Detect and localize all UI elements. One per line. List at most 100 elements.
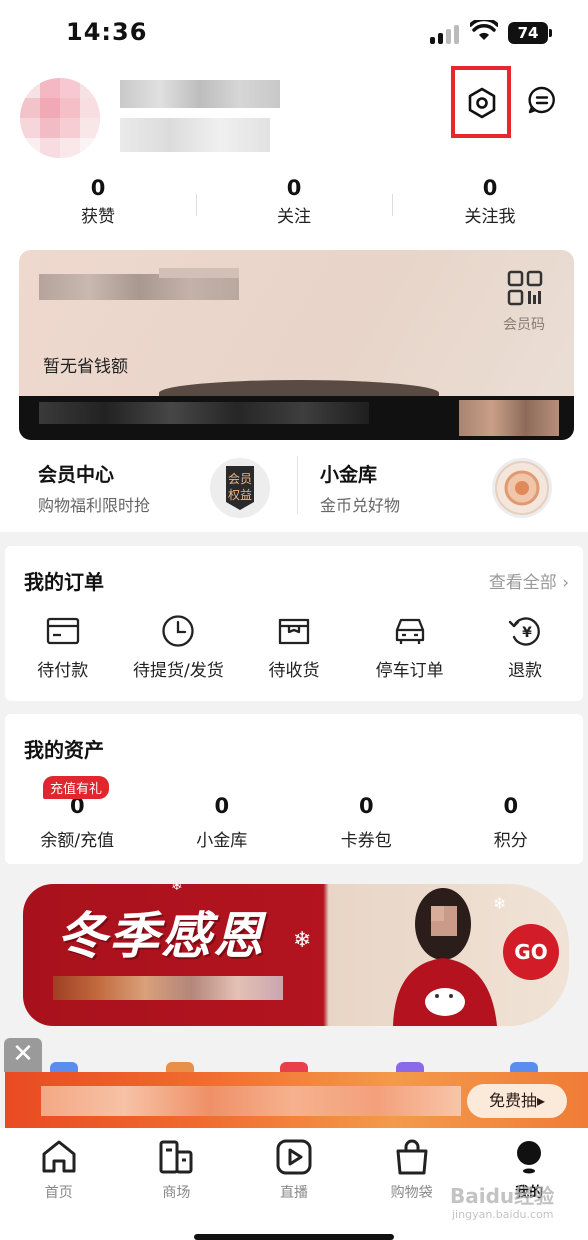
stat-followers[interactable]: 0 关注我	[392, 176, 588, 236]
wifi-icon	[470, 20, 498, 40]
asset-label: 余额/充值	[40, 831, 115, 851]
user-subtitle-blurred	[120, 118, 270, 152]
signal-icon	[430, 24, 462, 44]
assets-title: 我的资产	[24, 738, 104, 762]
order-status-row: 待付款 待提货/发货 待收货 停车订单 ¥ 退款	[5, 608, 583, 694]
asset-label: 积分	[493, 831, 528, 851]
home-icon	[42, 1140, 76, 1173]
message-icon	[528, 86, 555, 114]
orders-section: 我的订单 查看全部 › 待付款 待提货/发货 待收货 停车订单 ¥ 退款	[5, 546, 583, 701]
member-card[interactable]: 会员码 暂无省钱额	[19, 250, 574, 440]
member-code-label: 会员码	[503, 317, 545, 333]
package-icon	[278, 618, 310, 645]
asset-value: 0	[358, 794, 374, 818]
chevron-right-icon: ›	[562, 573, 569, 593]
battery-icon: 74	[508, 22, 552, 44]
asset-label: 卡券包	[340, 831, 392, 851]
message-button[interactable]	[522, 80, 562, 120]
perk-subtitle: 购物福利限时抢	[38, 496, 151, 515]
banner-subtitle-blurred	[53, 976, 283, 1000]
nav-label: 直播	[279, 1185, 308, 1201]
snowflake-icon: ❄	[171, 884, 183, 894]
username-blurred	[120, 80, 280, 108]
card-bottom-strip	[19, 396, 574, 440]
order-label: 待收货	[268, 661, 320, 681]
settings-button[interactable]	[458, 72, 506, 134]
settings-hexagon-icon	[468, 87, 496, 119]
perk-divider	[297, 456, 298, 514]
card-image-blurred	[459, 400, 559, 436]
clock-icon	[162, 615, 195, 647]
stat-value: 0	[286, 176, 302, 200]
profile-stats: 0 获赞 0 关注 0 关注我	[0, 176, 588, 236]
stat-value: 0	[482, 176, 498, 200]
order-pending-receipt[interactable]: 待收货	[236, 608, 352, 694]
perk-small-vault[interactable]: 小金库 金币兑好物	[298, 450, 588, 530]
stat-likes[interactable]: 0 获赞	[0, 176, 196, 236]
svg-text:¥: ¥	[522, 625, 532, 641]
asset-value: 0	[503, 794, 519, 818]
svg-text:权益: 权益	[228, 488, 252, 502]
refund-icon: ¥	[509, 617, 541, 646]
order-pending-pickup[interactable]: 待提货/发货	[121, 608, 237, 694]
order-parking[interactable]: 停车订单	[352, 608, 468, 694]
stat-following[interactable]: 0 关注	[196, 176, 392, 236]
asset-balance[interactable]: 充值有礼 0 余额/充值	[5, 776, 150, 864]
avatar[interactable]	[20, 78, 100, 158]
banner-go-button[interactable]: GO	[503, 924, 559, 980]
perk-subtitle: 金币兑好物	[320, 496, 401, 515]
topup-promo-badge: 充值有礼	[43, 776, 110, 799]
nav-home[interactable]: 首页	[0, 1128, 118, 1240]
model-photo	[393, 888, 497, 1026]
savings-text: 暂无省钱额	[43, 357, 128, 377]
assets-section: 我的资产 充值有礼 0 余额/充值 0 小金库 0 卡券包 0 积分	[5, 714, 583, 864]
live-icon	[276, 1139, 312, 1175]
asset-coupons[interactable]: 0 卡券包	[294, 784, 439, 864]
free-draw-button[interactable]: 免费抽▸	[467, 1084, 567, 1118]
watermark: Baidu经验	[450, 1184, 555, 1208]
nav-live[interactable]: 直播	[235, 1128, 353, 1240]
coin-icon	[492, 458, 552, 518]
assets-row: 充值有礼 0 余额/充值 0 小金库 0 卡券包 0 积分	[5, 776, 584, 864]
order-refund[interactable]: ¥ 退款	[467, 608, 583, 694]
order-label: 待付款	[37, 661, 89, 681]
order-label: 退款	[508, 661, 543, 681]
stat-label: 获赞	[81, 207, 115, 227]
see-all-label: 查看全部	[488, 573, 557, 593]
svg-text:会员: 会员	[228, 472, 252, 486]
profile-icon	[517, 1141, 542, 1174]
car-icon	[395, 618, 424, 644]
see-all-orders-link[interactable]: 查看全部 ›	[489, 568, 569, 593]
asset-small-vault[interactable]: 0 小金库	[150, 784, 295, 864]
watermark-sub: jingyan.baidu.com	[452, 1208, 554, 1221]
nav-mall[interactable]: 商场	[118, 1128, 236, 1240]
perk-member-center[interactable]: 会员中心 购物福利限时抢 会员 权益	[0, 450, 297, 530]
bag-icon	[396, 1139, 428, 1175]
asset-points[interactable]: 0 积分	[439, 784, 584, 864]
wallet-icon	[46, 617, 79, 645]
stat-label: 关注	[277, 207, 311, 227]
asset-label: 小金库	[196, 831, 248, 851]
qr-code-icon[interactable]	[507, 270, 543, 306]
promo-banner[interactable]: 冬季感恩 ❄ ❄ ❄ GO	[23, 884, 569, 1026]
promo-text-blurred	[41, 1086, 461, 1116]
nav-label: 商场	[162, 1185, 191, 1201]
status-time: 14:36	[66, 18, 148, 46]
snowflake-icon: ❄	[293, 928, 312, 953]
mall-icon	[159, 1140, 193, 1174]
peeking-icons	[0, 1060, 588, 1072]
home-indicator	[194, 1234, 394, 1240]
member-level-blurred-accent	[159, 268, 239, 278]
close-promo-button[interactable]: ✕	[4, 1038, 42, 1072]
card-info-blurred	[39, 402, 369, 424]
perk-title: 小金库	[320, 464, 378, 486]
profile-header: 0 获赞 0 关注 0 关注我	[0, 66, 588, 240]
member-benefits-icon: 会员 权益	[226, 466, 254, 510]
order-pending-payment[interactable]: 待付款	[5, 608, 121, 694]
nav-label: 首页	[44, 1185, 73, 1201]
stat-value: 0	[90, 176, 106, 200]
order-label: 待提货/发货	[133, 661, 224, 681]
member-section: 会员码 暂无省钱额 会员中心 购物福利限时抢 会员 权益 小金库 金币兑好物	[0, 240, 588, 532]
floating-promo-bar[interactable]: 免费抽▸	[5, 1072, 588, 1128]
perks-row: 会员中心 购物福利限时抢 会员 权益 小金库 金币兑好物	[0, 450, 588, 530]
